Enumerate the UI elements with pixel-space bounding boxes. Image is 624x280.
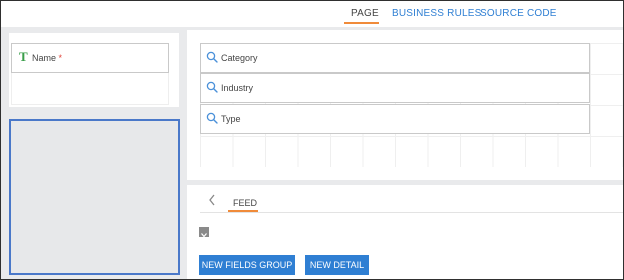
industry-field[interactable]: Industry (200, 73, 590, 103)
active-tab-indicator (344, 22, 379, 24)
name-field-placeholder-area (11, 73, 169, 105)
page-designer: PAGE BUSINESS RULES SOURCE CODE T Name *… (0, 0, 624, 280)
tab-page[interactable]: PAGE (351, 8, 379, 19)
text-type-icon: T (19, 49, 28, 64)
type-field[interactable]: Type (200, 104, 590, 134)
tab-feed[interactable]: FEED (233, 198, 257, 208)
name-field-label: Name (32, 53, 57, 63)
chevron-down-icon (201, 233, 207, 238)
category-field[interactable]: Category (200, 43, 590, 73)
name-field[interactable]: T Name * (11, 43, 169, 73)
chevron-left-icon[interactable] (207, 194, 217, 206)
search-icon (206, 112, 218, 124)
tab-source-code[interactable]: SOURCE CODE (480, 8, 557, 19)
detail-tabs-divider (200, 212, 623, 213)
required-mark: * (58, 53, 63, 63)
search-icon (206, 81, 218, 93)
selected-layout-block[interactable] (9, 119, 180, 275)
new-fields-group-button[interactable]: NEW FIELDS GROUP (199, 255, 295, 275)
new-detail-button[interactable]: NEW DETAIL (305, 255, 369, 275)
search-icon (206, 51, 218, 63)
tab-business-rules[interactable]: BUSINESS RULES (392, 8, 482, 19)
industry-field-label: Industry (221, 83, 254, 93)
collapse-toggle[interactable] (199, 227, 209, 238)
type-field-label: Type (221, 114, 241, 124)
category-field-label: Category (221, 53, 258, 63)
top-tab-bar: PAGE BUSINESS RULES SOURCE CODE (1, 1, 623, 27)
